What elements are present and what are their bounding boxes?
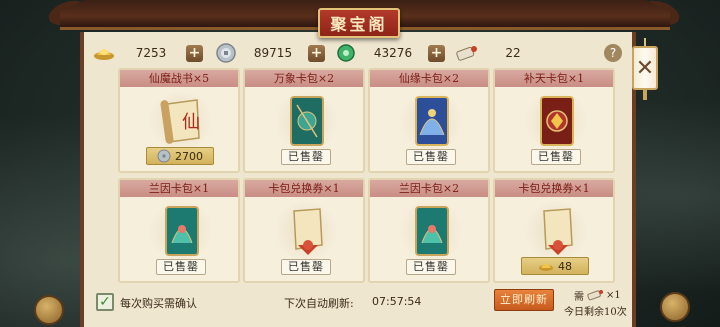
silver-coin-icon [157,149,171,163]
treasure-pot-button[interactable] [34,295,64,325]
close-icon: ✕ [632,46,658,90]
card-price: 48 [521,257,589,275]
sold-out-label: 已售罄 [156,259,206,275]
sold-out-label: 已售罄 [406,259,456,275]
jade-icon [334,43,358,63]
shop-bag-button[interactable] [660,292,690,322]
price-value: 2700 [175,149,203,163]
gold-value: 7253 [135,46,167,60]
card-title: 卡包兑换券×1 [245,180,363,197]
card-pack-teal-icon [406,202,458,260]
voucher-scroll-icon [281,202,333,260]
silver-value: 89715 [253,46,293,60]
resource-ticket: 22 [454,43,548,63]
sold-out-label: 已售罄 [406,149,456,165]
jade-value: 43276 [373,46,413,60]
scroll-ticket-icon [454,43,478,63]
voucher-scroll-icon [531,202,583,260]
card-price: 2700 [146,147,214,165]
ticket-value: 22 [505,46,521,60]
lantern-hook [644,38,646,46]
price-value: 48 [558,259,572,273]
svg-text:仙: 仙 [182,112,200,133]
auto-refresh-label: 下次自动刷新: [284,297,354,310]
card-title: 补天卡包×1 [495,70,613,87]
silver-coin-icon [214,43,238,63]
card-title: 兰因卡包×1 [120,180,238,197]
sold-out-label: 已售罄 [281,259,331,275]
shop-card[interactable]: 仙魔战书×5 仙 2700 [118,68,240,173]
add-jade-button[interactable]: + [428,44,445,62]
refresh-now-button[interactable]: 立即刷新 [494,289,554,311]
shop-card[interactable]: 万象卡包×2 已售罄 [243,68,365,173]
lantern-tassel [643,90,647,100]
card-title: 兰因卡包×2 [370,180,488,197]
need-prefix: 需 [574,291,584,303]
sold-out-label: 已售罄 [281,149,331,165]
card-pack-blue-icon [406,92,458,150]
page-title: 聚宝阁 [318,8,400,38]
scroll-ticket-icon [587,290,603,301]
sold-out-label: 已售罄 [531,149,581,165]
gold-ingot-icon [92,43,116,63]
card-pack-teal-icon [156,202,208,260]
war-scroll-icon: 仙 [156,92,208,150]
resource-jade: 43276 + [334,43,445,63]
shop-card[interactable]: 补天卡包×1 已售罄 [493,68,615,173]
shop-card[interactable]: 卡包兑换券×1 已售罄 [243,178,365,283]
card-title: 卡包兑换券×1 [495,180,613,197]
auto-refresh-timer: 07:57:54 [372,295,422,308]
help-button[interactable]: ? [604,44,622,62]
card-pack-teal-icon [281,92,333,150]
gold-ingot-icon [539,264,553,271]
shop-card[interactable]: 兰因卡包×1 已售罄 [118,178,240,283]
shop-card[interactable]: 卡包兑换券×1 48 [493,178,615,283]
confirm-checkbox[interactable]: ✓ [96,293,114,311]
add-gold-button[interactable]: + [186,44,203,62]
refresh-cost: 需 ×1 [574,289,621,303]
card-title: 万象卡包×2 [245,70,363,87]
shop-card[interactable]: 仙缘卡包×2 已售罄 [368,68,490,173]
remaining-refreshes: 今日剩余10次 [564,307,627,318]
confirm-label: 每次购买需确认 [120,297,197,310]
close-button[interactable]: ✕ [630,38,660,100]
shop-card[interactable]: 兰因卡包×2 已售罄 [368,178,490,283]
shop-footer: ✓ 每次购买需确认 下次自动刷新: 07:57:54 立即刷新 需 ×1 今日剩… [92,289,632,318]
card-title: 仙魔战书×5 [120,70,238,87]
resource-silver: 89715 + [214,43,325,63]
card-title: 仙缘卡包×2 [370,70,488,87]
add-silver-button[interactable]: + [308,44,325,62]
need-suffix: ×1 [606,289,621,301]
card-pack-red-icon [531,92,583,150]
resource-gold: 7253 + [92,43,203,63]
resource-bar: 7253 + 89715 + 43276 + 22 [92,40,632,66]
